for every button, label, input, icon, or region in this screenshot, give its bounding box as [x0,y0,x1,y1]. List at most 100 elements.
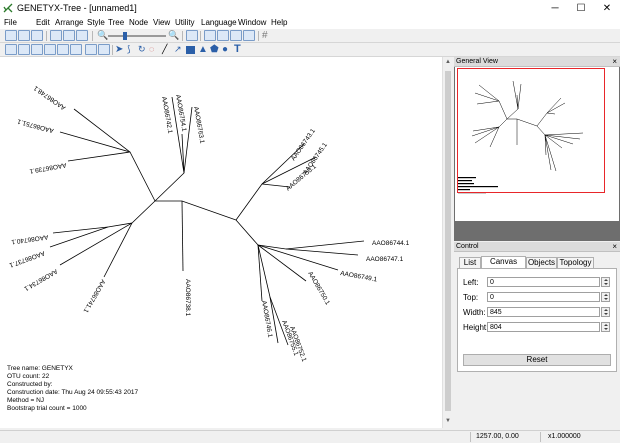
lock-icon[interactable] [186,30,198,41]
grid-icon[interactable]: # [262,30,268,41]
tab-objects[interactable]: Objects [526,257,557,268]
zoom-slider-thumb[interactable] [123,32,127,40]
minimize-button[interactable]: ─ [542,0,568,17]
leaf-label[interactable]: AAO86749.1 [340,270,378,283]
save-icon[interactable] [31,30,43,41]
maximize-button[interactable]: ☐ [568,0,594,17]
general-view-close-icon[interactable]: × [612,57,617,67]
leaf-label[interactable]: AAO86742.1 [160,96,173,134]
close-button[interactable]: ✕ [594,0,620,17]
top-spinner[interactable] [601,292,610,302]
print-icon[interactable] [63,30,75,41]
toolbar-separator [92,31,93,41]
draw-toolbar: ➤ ⟆ ↻ ◌ ╱ ↗ ▲ ⬟ ● T [0,43,620,57]
leaf-label[interactable]: AAO86734.1 [22,267,58,292]
new-file-icon[interactable] [5,30,17,41]
leaf-label[interactable]: AAO86750.1 [306,271,331,307]
leaf-label[interactable]: AAO86751.1 [16,117,54,133]
menu-utility[interactable]: Utility [175,18,195,27]
pentagon-icon[interactable]: ⬟ [210,44,219,55]
rectangle-icon[interactable] [186,46,195,54]
menu-arrange[interactable]: Arrange [55,18,83,27]
scroll-down-arrow-icon[interactable]: ▼ [445,418,451,424]
cursor-coords: 1257.00, 0.00 [476,433,519,440]
layout-a-icon[interactable] [204,30,216,41]
leaf-label[interactable]: AAO86747.1 [366,256,404,263]
leaf-label[interactable]: AAO86763.1 [192,106,205,144]
text-tool-icon[interactable]: T [234,43,241,55]
tree-style-5-icon[interactable] [57,44,69,55]
menu-tree[interactable]: Tree [108,18,124,27]
print-preview-icon[interactable] [50,30,62,41]
lasso-icon[interactable]: ◌ [149,44,154,54]
layout-c-icon[interactable] [230,30,242,41]
leaf-label[interactable]: AAO86748.1 [32,84,67,111]
leaf-label[interactable]: AAO86737.1 [8,249,46,268]
general-view-panel[interactable] [454,67,620,241]
leaf-label[interactable]: AAO86754.1 [174,94,187,132]
zoom-slider[interactable] [108,35,166,37]
help-icon[interactable] [76,30,88,41]
leaf-label[interactable]: AAO86741.1 [81,278,106,314]
width-input[interactable]: 845 [487,307,600,317]
vertical-scrollbar[interactable]: ▲ ▼ [442,57,453,428]
leaf-label[interactable]: AAO86744.1 [372,240,410,247]
left-input[interactable]: 0 [487,277,600,287]
status-bar: 1257.00, 0.00 x1.000000 [0,430,620,443]
top-input[interactable]: 0 [487,292,600,302]
leaf-label[interactable]: AAO86739.1 [29,161,67,174]
tree-style-8-icon[interactable] [98,44,110,55]
layout-b-icon[interactable] [217,30,229,41]
reset-button[interactable]: Reset [463,354,611,366]
menu-language[interactable]: Language [201,18,237,27]
main-toolbar: 🔍 🔍 # [0,29,620,43]
control-title: Control [456,243,479,250]
menu-node[interactable]: Node [129,18,148,27]
tab-canvas-rect[interactable]: Canvas Rect [481,256,526,276]
leaf-label[interactable]: AAO86738.1 [184,279,191,317]
tab-list[interactable]: List [459,257,481,268]
triangle-icon[interactable]: ▲ [198,44,208,55]
zoom-out-icon[interactable]: 🔍 [97,30,108,41]
viewport-selection-rect[interactable] [457,68,605,193]
zoom-in-icon[interactable]: 🔍 [168,30,179,41]
tree-style-7-icon[interactable] [85,44,97,55]
menu-style[interactable]: Style [87,18,105,27]
tab-topology[interactable]: Topology [557,257,594,268]
layout-d-icon[interactable] [243,30,255,41]
vertical-scroll-thumb[interactable] [445,71,451,411]
width-spinner[interactable] [601,307,610,317]
toolbar-separator [258,31,259,41]
tree-style-2-icon[interactable] [18,44,30,55]
tree-canvas[interactable]: AAO86742.1 AAO86754.1 AAO86763.1 AAO8674… [0,57,442,428]
toolbar-separator [46,31,47,41]
pointer-icon[interactable]: ➤ [115,44,123,55]
tree-style-6-icon[interactable] [70,44,82,55]
menu-window[interactable]: Window [238,18,266,27]
control-close-icon[interactable]: × [612,242,617,252]
leaf-label[interactable]: AAO86740.1 [10,233,48,245]
node-select-icon[interactable]: ⟆ [127,44,131,55]
status-divider [470,432,471,442]
height-spinner[interactable] [601,322,610,332]
menu-help[interactable]: Help [271,18,287,27]
arrow-line-icon[interactable]: ↗ [174,44,182,55]
tree-name-text: Tree name: GENETYX [7,365,73,372]
left-spinner[interactable] [601,277,610,287]
menu-view[interactable]: View [153,18,170,27]
line-icon[interactable]: ╱ [162,44,167,55]
rotate-icon[interactable]: ↻ [138,44,146,55]
menu-edit[interactable]: Edit [36,18,50,27]
tree-style-4-icon[interactable] [44,44,56,55]
width-label: Width: [463,308,486,317]
menu-file[interactable]: File [4,18,17,27]
scroll-up-arrow-icon[interactable]: ▲ [445,59,451,65]
tree-style-1-icon[interactable] [5,44,17,55]
ellipse-icon[interactable]: ● [222,44,228,55]
tree-style-3-icon[interactable] [31,44,43,55]
toolbar-separator [112,45,113,55]
height-input[interactable]: 804 [487,322,600,332]
leaf-label[interactable]: AAO86753.1 [285,163,318,193]
open-folder-icon[interactable] [18,30,30,41]
phylogenetic-tree: AAO86742.1 AAO86754.1 AAO86763.1 AAO8674… [8,84,410,363]
